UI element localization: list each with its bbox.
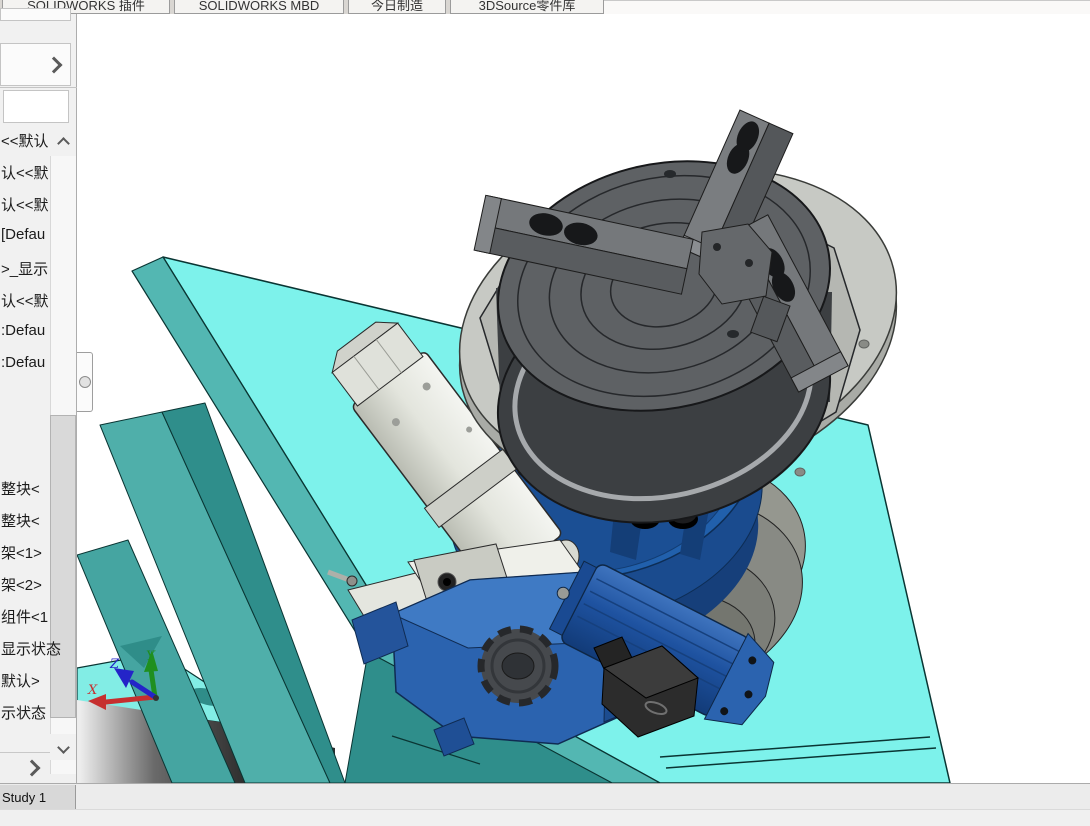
tree-item[interactable]: 架<1>: [1, 542, 42, 564]
graphics-area[interactable]: X Y Z: [76, 14, 1090, 784]
motion-study-tab[interactable]: Study 1: [0, 785, 76, 810]
chevron-right-icon: [45, 56, 63, 73]
motion-study-tab-bar: Study 1: [0, 783, 1090, 810]
tree-item[interactable]: 整块<: [1, 478, 40, 500]
tree-item[interactable]: 显示状态: [1, 638, 61, 660]
panel-top-box: [0, 8, 71, 21]
chevron-right-icon: [23, 759, 41, 777]
tree-item[interactable]: [Defau: [1, 226, 45, 248]
command-tab-strip: SOLIDWORKS 插件 SOLIDWORKS MBD 今日制造 3DSour…: [0, 0, 604, 14]
tree-filter-box[interactable]: [3, 90, 69, 123]
solidworks-window: SOLIDWORKS 插件 SOLIDWORKS MBD 今日制造 3DSour…: [0, 0, 1090, 826]
tree-item[interactable]: 默认>: [1, 670, 40, 692]
tree-item[interactable]: 认<<默: [1, 194, 49, 216]
chevron-up-icon: [56, 136, 70, 150]
panel-expand-button[interactable]: [0, 43, 71, 86]
tree-item[interactable]: 架<2>: [1, 574, 42, 596]
tree-item[interactable]: 组件<1: [1, 606, 48, 628]
tree-box-divider: [0, 87, 77, 88]
tree-item[interactable]: >_显示: [1, 258, 48, 280]
tree-item[interactable]: <<默认: [1, 130, 49, 152]
triad-z-label: Z: [109, 657, 120, 672]
feature-manager-panel: <<默认 认<<默 认<<默 [Defau >_显示 认<<默 :Defau :…: [0, 8, 77, 783]
chevron-down-icon: [56, 740, 70, 754]
tree-item[interactable]: :Defau: [1, 354, 45, 376]
tree-scroll-up[interactable]: [50, 130, 76, 156]
triad-x-label: X: [87, 683, 98, 698]
tree-item[interactable]: 整块<: [1, 510, 40, 532]
triad-y-label: Y: [146, 649, 156, 664]
tree-scrollbar-thumb[interactable]: [50, 415, 76, 718]
tree-item[interactable]: 认<<默: [1, 162, 49, 184]
tree-item[interactable]: 示状态: [1, 702, 46, 724]
panel-splitter-handle[interactable]: [77, 352, 93, 412]
tree-item[interactable]: 认<<默: [1, 290, 49, 312]
tab-strip-empty-area: [604, 0, 1090, 14]
tab-manufacture-today[interactable]: 今日制造: [348, 0, 446, 14]
status-bar: [0, 809, 1090, 826]
tab-solidworks-mbd[interactable]: SOLIDWORKS MBD: [174, 0, 344, 14]
splitter-grip-dot: [78, 376, 91, 388]
tree-item[interactable]: :Defau: [1, 322, 45, 344]
tree-scroll-down[interactable]: [50, 734, 76, 760]
tab-3dsource-parts[interactable]: 3DSource零件库: [450, 0, 604, 14]
